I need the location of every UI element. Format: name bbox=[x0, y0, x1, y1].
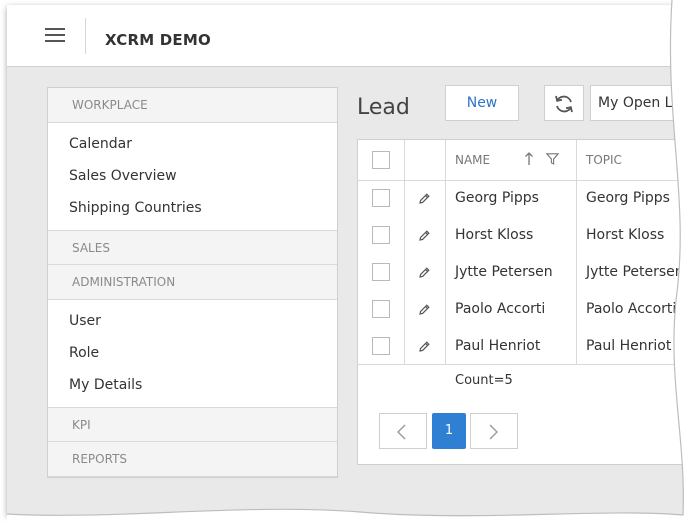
torn-edge-decoration bbox=[6, 0, 693, 531]
